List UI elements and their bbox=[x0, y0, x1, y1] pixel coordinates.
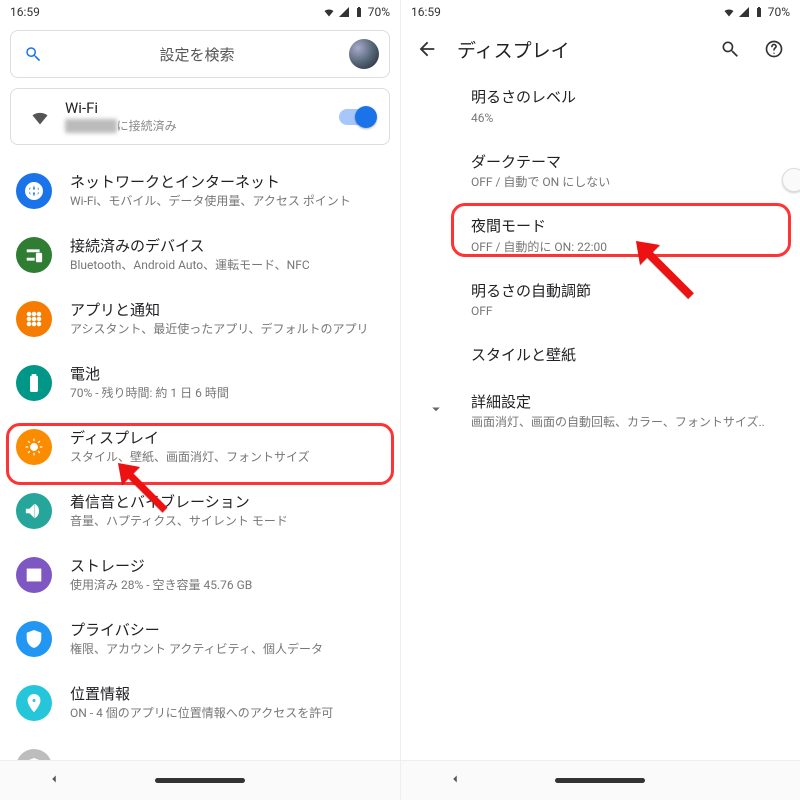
display-icon bbox=[16, 429, 52, 465]
row-sub: ON - 4 個のアプリに位置情報へのアクセスを許可 bbox=[70, 705, 384, 722]
settings-row-globe[interactable]: ネットワークとインターネットWi-Fi、モバイル、データ使用量、アクセス ポイン… bbox=[0, 159, 400, 223]
settings-row-devices[interactable]: 接続済みのデバイスBluetooth、Android Auto、運転モード、NF… bbox=[0, 223, 400, 287]
avatar[interactable] bbox=[349, 39, 379, 69]
row-title: 位置情報 bbox=[70, 684, 384, 705]
nav-home-pill[interactable] bbox=[555, 778, 645, 783]
battery-icon bbox=[753, 6, 765, 18]
battery-percent: 70% bbox=[768, 5, 790, 19]
display-settings-pane: 16:59 70% ディスプレイ 明るさのレベル46%ダークテーマOFF / 自… bbox=[400, 0, 800, 800]
nav-home-pill[interactable] bbox=[155, 778, 245, 783]
option-sub: OFF / 自動的に ON: 22:00 bbox=[471, 238, 780, 256]
status-icons: 70% bbox=[723, 5, 790, 19]
clock: 16:59 bbox=[10, 5, 323, 19]
nav-back-icon[interactable] bbox=[448, 771, 462, 790]
devices-icon bbox=[16, 237, 52, 273]
row-sub: 権限、アカウント アクティビティ、個人データ bbox=[70, 641, 384, 658]
settings-row-storage[interactable]: ストレージ使用済み 28% - 空き容量 45.76 GB bbox=[0, 543, 400, 607]
row-title: プライバシー bbox=[70, 620, 384, 641]
settings-row-apps[interactable]: アプリと通知アシスタント、最近使ったアプリ、デフォルトのアプリ bbox=[0, 287, 400, 351]
nav-bar bbox=[401, 760, 800, 800]
option-title: 明るさの自動調節 bbox=[471, 280, 780, 303]
settings-list: ネットワークとインターネットWi-Fi、モバイル、データ使用量、アクセス ポイン… bbox=[0, 159, 400, 799]
row-title: ストレージ bbox=[70, 556, 384, 577]
option-title: 夜間モード bbox=[471, 215, 780, 238]
row-title: 着信音とバイブレーション bbox=[70, 492, 384, 513]
settings-main-pane: 16:59 70% 設定を検索 Wi-Fi xxxxxxxxに接続済み bbox=[0, 0, 400, 800]
display-option[interactable]: 夜間モードOFF / 自動的に ON: 22:00 bbox=[401, 203, 800, 268]
wifi-card[interactable]: Wi-Fi xxxxxxxxに接続済み bbox=[10, 88, 390, 145]
privacy-icon bbox=[16, 621, 52, 657]
row-title: アプリと通知 bbox=[70, 300, 384, 321]
display-option[interactable]: スタイルと壁紙 bbox=[401, 332, 800, 379]
settings-row-battery[interactable]: 電池70% - 残り時間: 約 1 日 6 時間 bbox=[0, 351, 400, 415]
settings-row-privacy[interactable]: プライバシー権限、アカウント アクティビティ、個人データ bbox=[0, 607, 400, 671]
row-title: 接続済みのデバイス bbox=[70, 236, 384, 257]
row-title: 電池 bbox=[70, 364, 384, 385]
search-bar[interactable]: 設定を検索 bbox=[10, 30, 390, 78]
display-option[interactable]: 詳細設定画面消灯、画面の自動回転、カラー、フォントサイズ.. bbox=[401, 379, 800, 444]
row-sub: Wi-Fi、モバイル、データ使用量、アクセス ポイント bbox=[70, 193, 384, 210]
wifi-toggle[interactable] bbox=[339, 109, 375, 125]
row-sub: アシスタント、最近使ったアプリ、デフォルトのアプリ bbox=[70, 321, 384, 338]
clock: 16:59 bbox=[411, 5, 723, 19]
chevron-down-icon bbox=[427, 400, 445, 422]
status-icons: 70% bbox=[323, 5, 390, 19]
display-option[interactable]: 明るさのレベル46% bbox=[401, 74, 800, 139]
help-button[interactable] bbox=[760, 35, 788, 63]
status-bar: 16:59 70% bbox=[401, 0, 800, 24]
option-title: 詳細設定 bbox=[471, 391, 780, 414]
row-sub: 70% - 残り時間: 約 1 日 6 時間 bbox=[70, 385, 384, 402]
row-title: ネットワークとインターネット bbox=[70, 172, 384, 193]
wifi-sub: xxxxxxxxに接続済み bbox=[65, 117, 339, 134]
settings-row-sound[interactable]: 着信音とバイブレーション音量、ハプティクス、サイレント モード bbox=[0, 479, 400, 543]
display-option[interactable]: 明るさの自動調節OFF bbox=[401, 268, 800, 333]
search-icon bbox=[21, 45, 45, 63]
nav-bar bbox=[0, 760, 400, 800]
search-placeholder: 設定を検索 bbox=[45, 44, 349, 65]
cell-signal-icon bbox=[738, 6, 750, 18]
row-sub: 音量、ハプティクス、サイレント モード bbox=[70, 513, 384, 530]
wifi-signal-icon bbox=[323, 6, 335, 18]
battery-icon bbox=[16, 365, 52, 401]
storage-icon bbox=[16, 557, 52, 593]
nav-back-icon[interactable] bbox=[47, 771, 61, 790]
option-sub: OFF bbox=[471, 302, 780, 320]
globe-icon bbox=[16, 173, 52, 209]
row-title: ディスプレイ bbox=[70, 428, 384, 449]
settings-row-location[interactable]: 位置情報ON - 4 個のアプリに位置情報へのアクセスを許可 bbox=[0, 671, 400, 735]
page-title: ディスプレイ bbox=[457, 36, 700, 63]
apps-icon bbox=[16, 301, 52, 337]
search-button[interactable] bbox=[716, 35, 744, 63]
wifi-title: Wi-Fi bbox=[65, 99, 339, 117]
location-icon bbox=[16, 685, 52, 721]
row-sub: Bluetooth、Android Auto、運転モード、NFC bbox=[70, 257, 384, 274]
option-title: スタイルと壁紙 bbox=[471, 344, 780, 367]
wifi-signal-icon bbox=[723, 6, 735, 18]
status-bar: 16:59 70% bbox=[0, 0, 400, 24]
row-sub: 使用済み 28% - 空き容量 45.76 GB bbox=[70, 577, 384, 594]
display-option[interactable]: ダークテーマOFF / 自動で ON にしない bbox=[401, 139, 800, 204]
sound-icon bbox=[16, 493, 52, 529]
option-sub: OFF / 自動で ON にしない bbox=[471, 173, 780, 191]
option-sub: 画面消灯、画面の自動回転、カラー、フォントサイズ.. bbox=[471, 413, 780, 431]
cell-signal-icon bbox=[338, 6, 350, 18]
battery-icon bbox=[353, 6, 365, 18]
back-button[interactable] bbox=[413, 35, 441, 63]
wifi-icon bbox=[25, 107, 55, 127]
option-sub: 46% bbox=[471, 109, 780, 127]
header: ディスプレイ bbox=[401, 24, 800, 74]
option-title: 明るさのレベル bbox=[471, 86, 780, 109]
settings-row-display[interactable]: ディスプレイスタイル、壁紙、画面消灯、フォントサイズ bbox=[0, 415, 400, 479]
row-sub: スタイル、壁紙、画面消灯、フォントサイズ bbox=[70, 449, 384, 466]
display-options-list: 明るさのレベル46%ダークテーマOFF / 自動で ON にしない夜間モードOF… bbox=[401, 74, 800, 443]
option-title: ダークテーマ bbox=[471, 151, 780, 174]
battery-percent: 70% bbox=[368, 5, 390, 19]
